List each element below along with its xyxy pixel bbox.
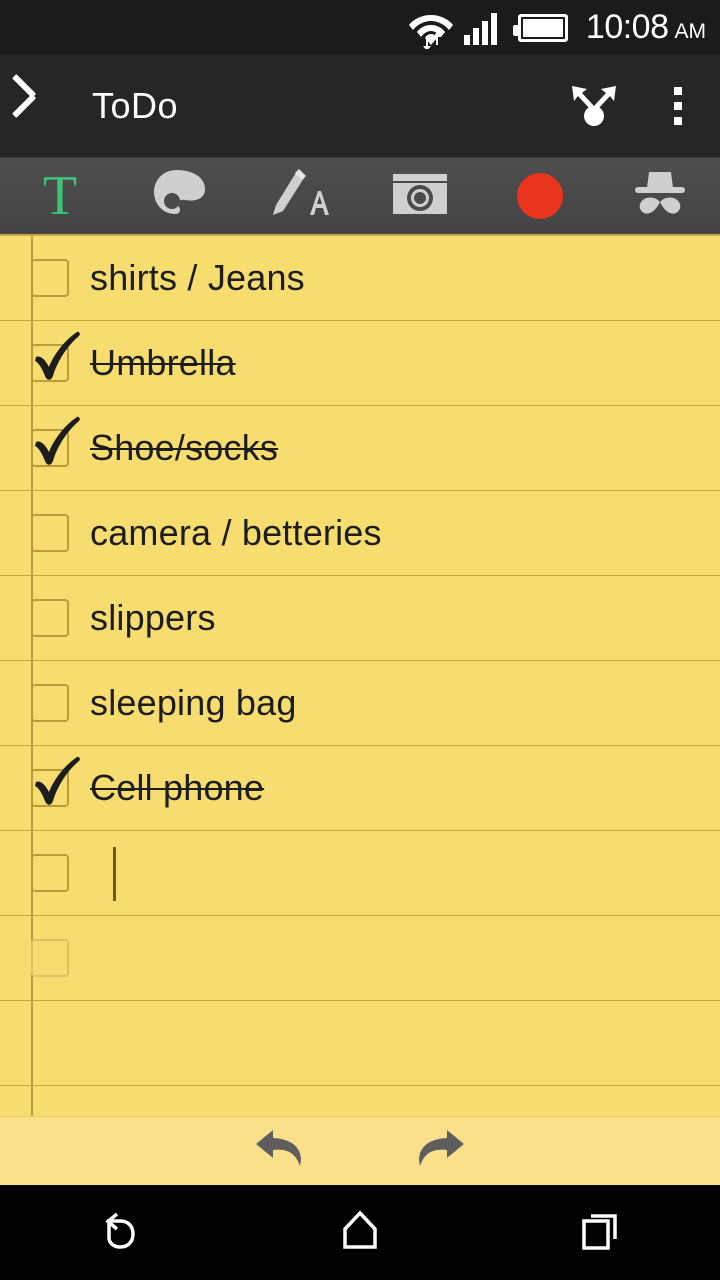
back-button[interactable]: [0, 55, 86, 158]
list-item-label: Shoe/socks: [90, 427, 279, 468]
share-icon: [566, 76, 622, 137]
list-item[interactable]: shirts / Jeans: [0, 236, 720, 321]
checkbox-wrap[interactable]: [24, 939, 76, 977]
checkbox-wrap[interactable]: [24, 416, 80, 467]
list-item-placeholder[interactable]: [0, 916, 720, 1001]
palette-icon: [151, 168, 209, 225]
list-item-label: shirts / Jeans: [90, 257, 305, 298]
checkbox-wrap[interactable]: [24, 854, 76, 892]
list-item[interactable]: sleeping bag: [0, 661, 720, 746]
list-item[interactable]: camera / betteries: [0, 491, 720, 576]
checkbox-wrap[interactable]: [24, 331, 80, 382]
record-dot-icon: [517, 173, 563, 219]
text-T-icon: T: [42, 165, 78, 227]
share-button[interactable]: [552, 55, 636, 158]
list-item-active[interactable]: [0, 831, 720, 916]
camera-icon: [389, 170, 451, 223]
page-title: ToDo: [92, 85, 179, 126]
wifi-icon: [408, 7, 454, 51]
battery-icon: [512, 13, 568, 42]
checkbox-checked-icon[interactable]: [31, 756, 80, 807]
status-icons: 10:08 AM: [408, 7, 706, 51]
list-item-label: Cell phone: [90, 767, 265, 808]
clock-time: 10:08: [585, 8, 669, 46]
checkbox-unchecked-icon[interactable]: [31, 599, 69, 637]
pencil-a-icon: [269, 167, 331, 226]
nav-recents-icon: [575, 1205, 625, 1260]
undo-redo-bar: [0, 1116, 720, 1185]
redo-button[interactable]: [402, 1123, 476, 1179]
checkbox-unchecked-icon[interactable]: [31, 514, 69, 552]
checkbox-wrap[interactable]: [24, 259, 76, 297]
editor-toolbar: T: [0, 158, 720, 236]
nav-recents-button[interactable]: [480, 1185, 720, 1280]
list-item-label: camera / betteries: [90, 512, 382, 553]
back-chevron-icon: [30, 83, 56, 129]
checkbox-wrap[interactable]: [24, 514, 76, 552]
system-nav-bar: [0, 1185, 720, 1280]
nav-back-icon: [95, 1205, 145, 1260]
color-tool-button[interactable]: [120, 157, 240, 235]
list-item[interactable]: Shoe/socks: [0, 406, 720, 491]
action-bar: ToDo: [0, 55, 720, 158]
checkmark-icon: [35, 331, 80, 380]
note-paper: shirts / Jeans Umbrella Shoe/socks camer…: [0, 236, 720, 1116]
checkmark-icon: [35, 756, 80, 805]
record-tool-button[interactable]: [480, 157, 600, 235]
nav-home-icon: [335, 1205, 385, 1260]
status-clock: 10:08 AM: [586, 8, 706, 47]
sticker-tool-button[interactable]: [600, 157, 720, 235]
redo-arrow-icon: [408, 1124, 470, 1179]
list-item-blank[interactable]: [0, 1001, 720, 1086]
signal-icon: [463, 11, 504, 45]
undo-button[interactable]: [244, 1123, 318, 1179]
checkbox-wrap[interactable]: [24, 756, 80, 807]
text-tool-button[interactable]: T: [0, 157, 120, 235]
list-item[interactable]: Umbrella: [0, 321, 720, 406]
checkbox-unchecked-icon[interactable]: [31, 939, 69, 977]
status-bar: 10:08 AM: [0, 0, 720, 55]
nav-back-button[interactable]: [0, 1185, 240, 1280]
camera-tool-button[interactable]: [360, 157, 480, 235]
checkbox-checked-icon[interactable]: [31, 416, 80, 467]
draw-tool-button[interactable]: [240, 157, 360, 235]
nav-home-button[interactable]: [240, 1185, 480, 1280]
text-caret: [113, 847, 116, 901]
list-item-label: slippers: [90, 597, 216, 638]
checkmark-icon: [35, 416, 80, 465]
list-item-label: Umbrella: [90, 342, 236, 383]
checkbox-unchecked-icon[interactable]: [31, 684, 69, 722]
list-item[interactable]: Cell phone: [0, 746, 720, 831]
overflow-menu-button[interactable]: [636, 55, 720, 158]
undo-arrow-icon: [250, 1124, 312, 1179]
checkbox-unchecked-icon[interactable]: [31, 259, 69, 297]
checkbox-wrap[interactable]: [24, 599, 76, 637]
phone-screen: 10:08 AM ToDo T shirts / Jeans Umbrella …: [0, 0, 720, 1280]
checkbox-checked-icon[interactable]: [31, 331, 80, 382]
hat-mustache-icon: [629, 168, 691, 225]
list-item[interactable]: slippers: [0, 576, 720, 661]
checkbox-unchecked-icon[interactable]: [31, 854, 69, 892]
clock-ampm: AM: [674, 20, 707, 43]
list-item-label: sleeping bag: [90, 682, 297, 723]
checkbox-wrap[interactable]: [24, 684, 76, 722]
overflow-menu-icon: [674, 87, 682, 125]
